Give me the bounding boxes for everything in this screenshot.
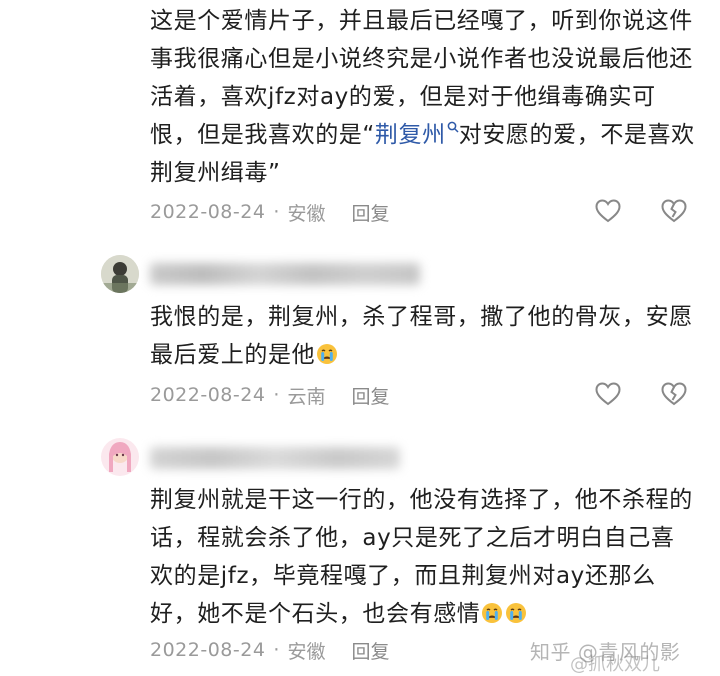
avatar[interactable] bbox=[101, 438, 139, 476]
comment-2-meta: 2022-08-24 · 云南 回复 bbox=[150, 382, 390, 408]
comment-date: 2022-08-24 bbox=[150, 201, 266, 223]
comment-location: 安徽 bbox=[287, 640, 326, 663]
heart-outline-icon[interactable] bbox=[594, 381, 622, 407]
avatar[interactable] bbox=[101, 255, 139, 293]
meta-separator: · bbox=[273, 384, 280, 406]
meta-separator: · bbox=[273, 201, 280, 223]
search-link-jingfuzhou[interactable]: 荆复州 bbox=[375, 121, 459, 148]
comment-1-text: 这是个爱情片子，并且最后已经嘎了，听到你说这件事我很痛心但是小说终究是小说作者也… bbox=[150, 2, 695, 192]
blurred-username bbox=[150, 447, 400, 469]
avatar-image bbox=[101, 255, 139, 293]
comment-3-text: 荆复州就是干这一行的，他没有选择了，他不杀程的话，程就会杀了他，ay只是死了之后… bbox=[150, 481, 695, 633]
comment-1-meta: 2022-08-24 · 安徽 回复 bbox=[150, 199, 390, 225]
crying-face-emoji bbox=[317, 344, 338, 364]
comment-2-text: 我恨的是，荆复州，杀了程哥，撒了他的骨灰，安愿最后爱上的是他 bbox=[150, 298, 695, 374]
reply-button[interactable]: 回复 bbox=[351, 199, 389, 226]
meta-separator: · bbox=[273, 639, 280, 661]
reply-button[interactable]: 回复 bbox=[351, 637, 389, 664]
comment-3-text-content: 荆复州就是干这一行的，他没有选择了，他不杀程的话，程就会杀了他，ay只是死了之后… bbox=[150, 487, 693, 627]
comment-date: 2022-08-24 bbox=[150, 384, 266, 406]
watermark-secondary: @抓秋双儿 bbox=[570, 654, 660, 675]
blurred-username bbox=[150, 263, 420, 285]
comment-date: 2022-08-24 bbox=[150, 639, 266, 661]
broken-heart-icon[interactable] bbox=[660, 381, 688, 407]
avatar-image bbox=[101, 438, 139, 476]
comment-location: 云南 bbox=[287, 385, 326, 408]
broken-heart-icon[interactable] bbox=[660, 198, 688, 224]
reply-button[interactable]: 回复 bbox=[351, 382, 389, 409]
comment-2-text-content: 我恨的是，荆复州，杀了程哥，撒了他的骨灰，安愿最后爱上的是他 bbox=[150, 304, 693, 368]
crying-face-emoji bbox=[482, 603, 503, 623]
heart-outline-icon[interactable] bbox=[594, 198, 622, 224]
comment-location: 安徽 bbox=[287, 202, 326, 225]
comment-3-meta: 2022-08-24 · 安徽 回复 bbox=[150, 637, 390, 663]
search-icon bbox=[447, 121, 459, 133]
crying-face-emoji bbox=[506, 603, 527, 623]
